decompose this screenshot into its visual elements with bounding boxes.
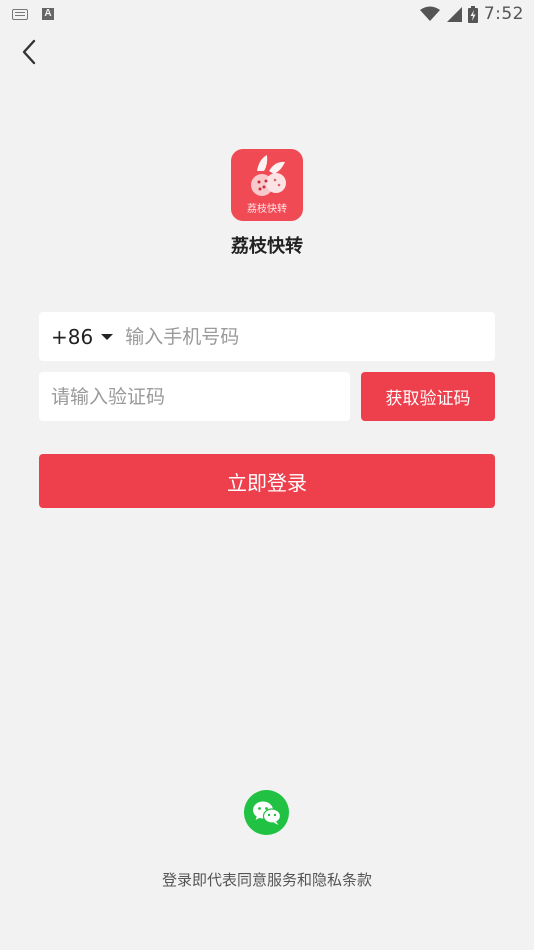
- logo-text: 荔枝快转: [247, 204, 287, 215]
- status-time: 7:52: [483, 4, 524, 24]
- phone-input[interactable]: [125, 312, 495, 361]
- login-button[interactable]: 立即登录: [39, 454, 495, 508]
- verification-code-input[interactable]: [39, 372, 350, 421]
- status-left: A: [12, 8, 54, 20]
- country-code-label: +86: [51, 324, 94, 349]
- app-logo: 荔枝快转: [231, 149, 303, 221]
- wifi-icon: [419, 6, 440, 21]
- phone-row: +86: [39, 312, 495, 361]
- status-bar: A 7:52: [0, 0, 534, 28]
- get-code-button[interactable]: 获取验证码: [361, 372, 495, 421]
- keyboard-icon: [12, 8, 28, 20]
- app-name: 荔枝快转: [231, 236, 303, 257]
- battery-charging-icon: [467, 5, 478, 23]
- terms-agreement-link[interactable]: 登录即代表同意服务和隐私条款: [0, 869, 534, 890]
- wechat-icon: [252, 801, 281, 825]
- caret-down-icon: [101, 333, 114, 340]
- status-right: 7:52: [419, 4, 524, 24]
- chevron-left-icon: [22, 39, 36, 65]
- country-code-selector[interactable]: +86: [39, 324, 114, 349]
- cellular-signal-icon: [446, 7, 462, 22]
- wechat-login-button[interactable]: [244, 790, 289, 835]
- a-icon: A: [42, 8, 54, 20]
- back-button[interactable]: [14, 36, 46, 68]
